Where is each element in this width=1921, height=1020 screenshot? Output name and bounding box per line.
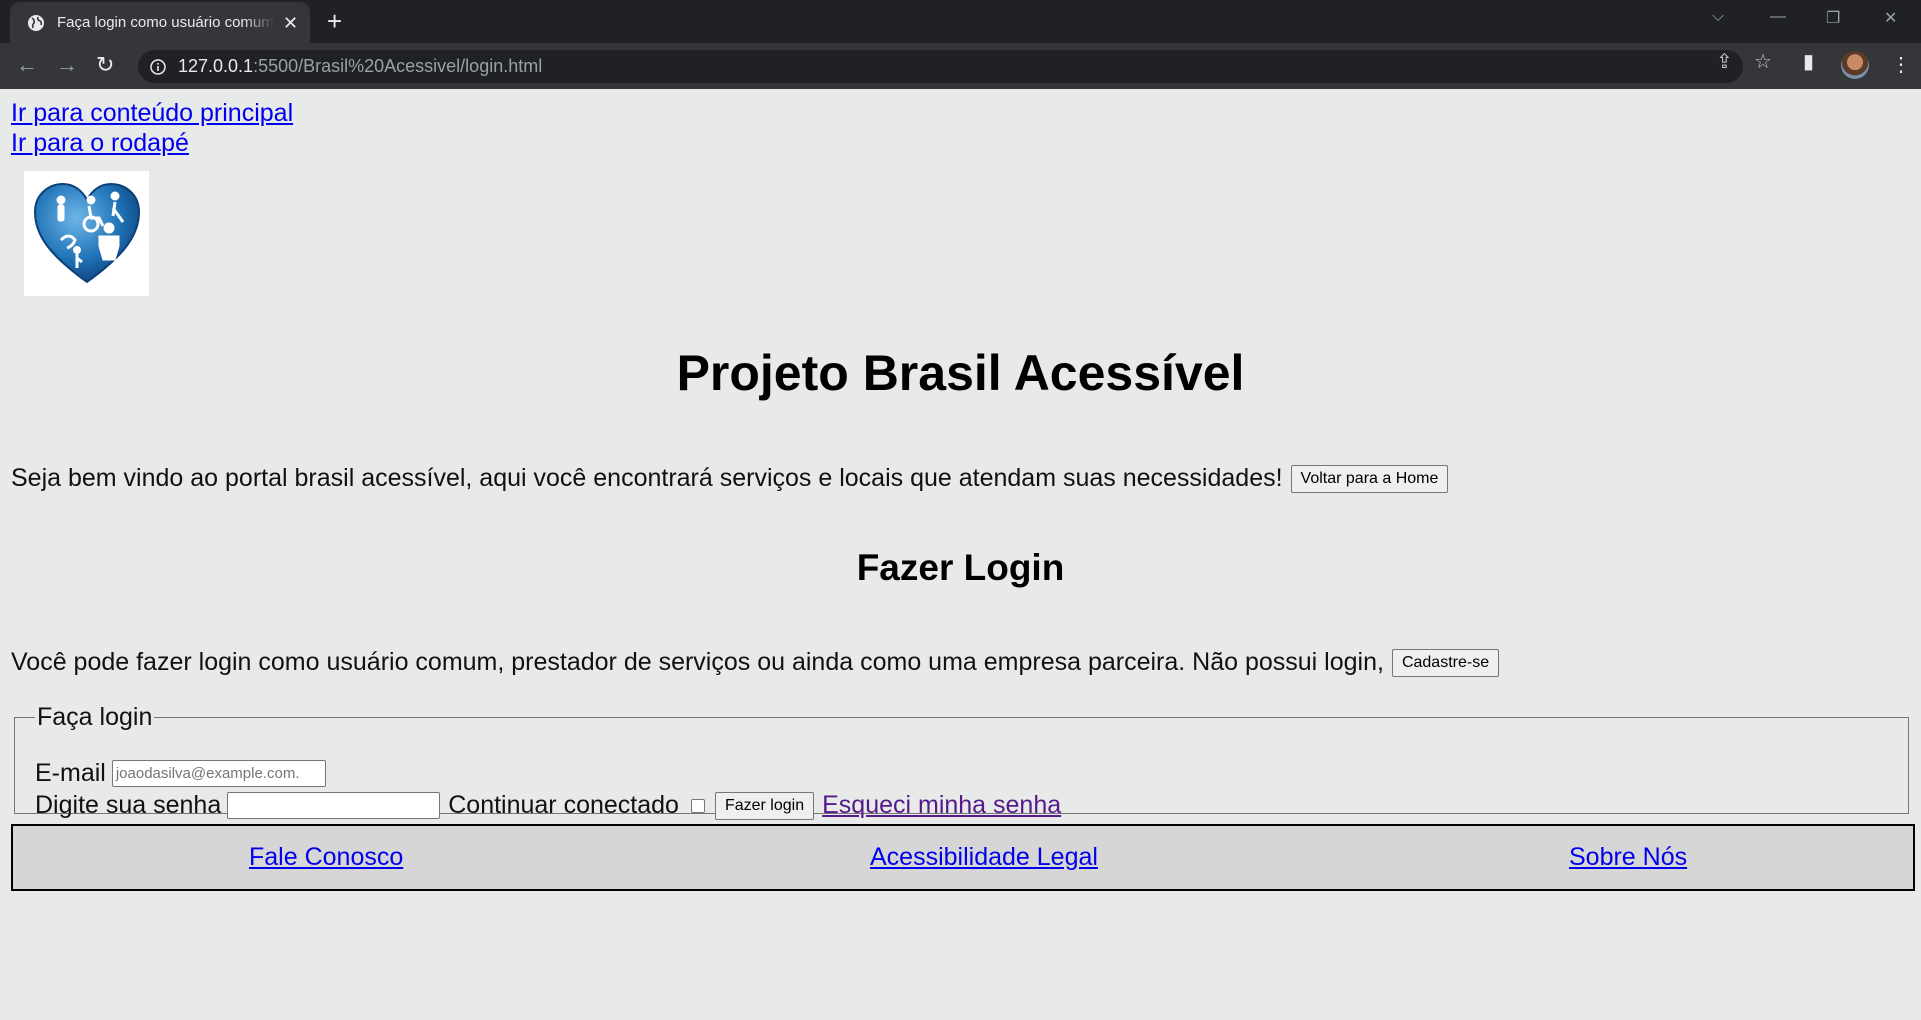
url-text: 127.0.0.1:5500/Brasil%20Acessivel/login.… <box>178 56 542 77</box>
tab-search-chevron-icon[interactable]: ⌵ <box>1712 8 1724 26</box>
globe-icon <box>28 14 44 31</box>
close-window-icon[interactable]: ✕ <box>1884 8 1897 28</box>
stay-connected-checkbox[interactable] <box>690 798 705 813</box>
reload-icon[interactable]: ↻ <box>96 53 114 77</box>
welcome-text: Seja bem vindo ao portal brasil acessíve… <box>11 464 1283 492</box>
info-icon[interactable] <box>150 58 166 75</box>
tab-title: Faça login como usuário comum <box>57 14 274 31</box>
close-tab-icon[interactable]: ✕ <box>283 14 298 32</box>
login-form-legend: Faça login <box>37 703 153 731</box>
browser-tab-active[interactable]: Faça login como usuário comum ✕ <box>10 2 310 43</box>
browser-tab-bar: Faça login como usuário comum ✕ + ⌵ — ❐ … <box>0 0 1921 43</box>
home-button[interactable]: Voltar para a Home <box>1290 464 1449 493</box>
footer: Fale Conosco Acessibilidade Legal Sobre … <box>11 824 1915 891</box>
more-menu-icon[interactable]: ⋮ <box>1891 52 1911 77</box>
email-field[interactable]: joaodasilva@example.com. <box>111 760 326 787</box>
login-info-text: Você pode fazer login como usuário comum… <box>11 648 1384 676</box>
footer-link-accessibility-legal[interactable]: Acessibilidade Legal <box>870 843 1098 872</box>
side-panel-icon[interactable]: ▮ <box>1803 49 1814 74</box>
login-submit-button[interactable]: Fazer login <box>714 791 815 820</box>
accessibility-heart-logo <box>33 182 140 283</box>
login-heading: Fazer Login <box>856 547 1065 588</box>
share-icon[interactable]: ⇪ <box>1716 49 1733 74</box>
password-row: Digite sua senha Continuar conectado Faz… <box>35 791 1061 820</box>
forgot-password-link[interactable]: Esqueci minha senha <box>822 791 1061 820</box>
page-content: Ir para conteúdo principal Ir para o rod… <box>0 89 1921 1020</box>
skip-to-main-link[interactable]: Ir para conteúdo principal <box>11 99 293 128</box>
footer-link-contact[interactable]: Fale Conosco <box>249 843 403 872</box>
login-info-paragraph: Você pode fazer login como usuário comum… <box>11 648 1500 677</box>
skip-to-footer-link[interactable]: Ir para o rodapé <box>11 129 189 158</box>
restore-icon[interactable]: ❐ <box>1826 8 1840 28</box>
forward-icon[interactable]: → <box>56 53 78 77</box>
browser-toolbar: ← → ↻ 127.0.0.1:5500/Brasil%20Acessivel/… <box>0 43 1921 89</box>
address-bar[interactable]: 127.0.0.1:5500/Brasil%20Acessivel/login.… <box>138 50 1743 83</box>
login-form: Faça login E-mail joaodasilva@example.co… <box>14 703 1909 820</box>
footer-link-about[interactable]: Sobre Nós <box>1569 843 1687 872</box>
welcome-paragraph: Seja bem vindo ao portal brasil acessíve… <box>11 464 1449 493</box>
stay-connected-label: Continuar conectado <box>448 791 679 819</box>
signup-button[interactable]: Cadastre-se <box>1391 648 1500 677</box>
url-host: 127.0.0.1 <box>178 56 254 76</box>
new-tab-icon[interactable]: + <box>327 6 342 36</box>
profile-avatar[interactable] <box>1841 51 1869 79</box>
email-label: E-mail <box>35 759 106 787</box>
url-path: :5500/Brasil%20Acessivel/login.html <box>253 56 543 76</box>
password-label: Digite sua senha <box>35 791 222 819</box>
back-icon[interactable]: ← <box>16 53 38 77</box>
minimize-icon[interactable]: — <box>1770 8 1786 26</box>
bookmark-star-icon[interactable]: ☆ <box>1754 49 1772 74</box>
page-title: Projeto Brasil Acessível <box>676 345 1245 401</box>
email-row: E-mail joaodasilva@example.com. <box>35 759 326 788</box>
site-logo <box>24 171 149 296</box>
password-field[interactable] <box>227 792 441 819</box>
